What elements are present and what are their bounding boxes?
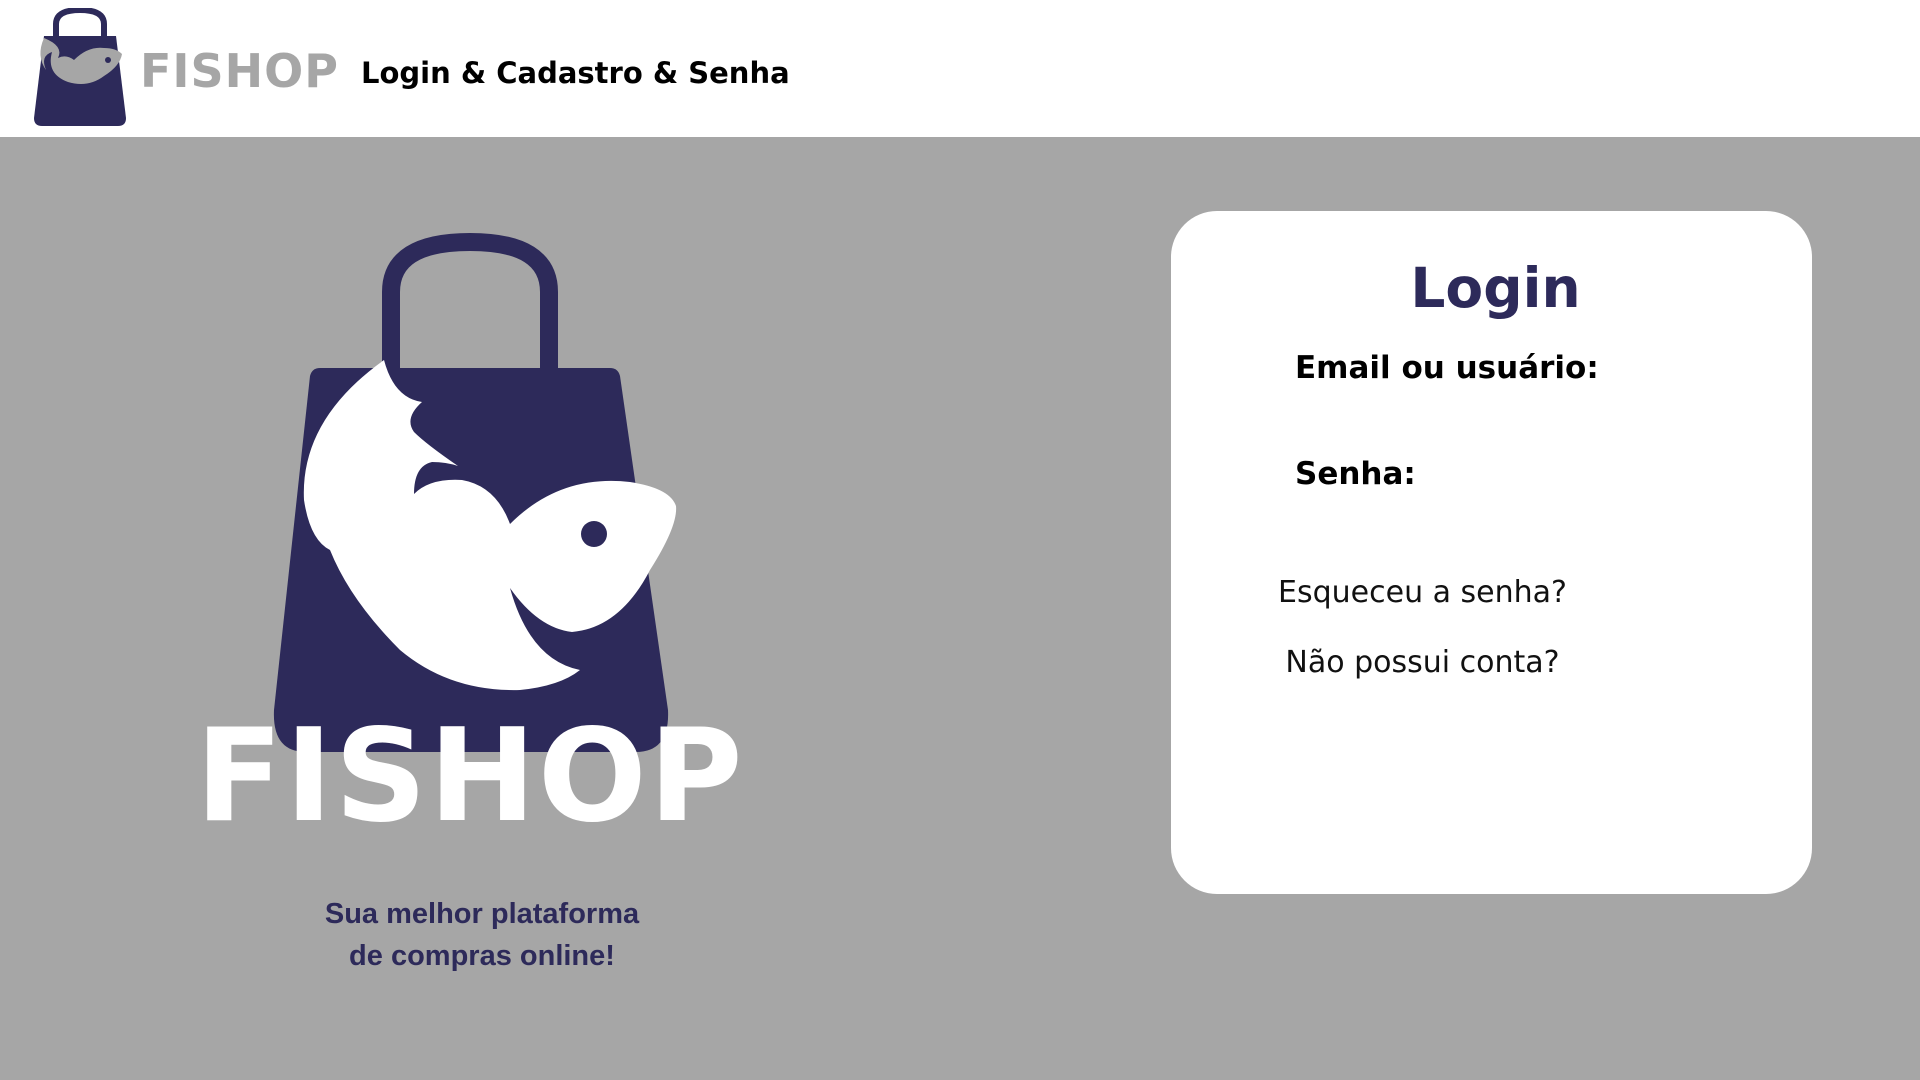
signup-link[interactable]: Não possui conta?	[1171, 648, 1812, 678]
email-input[interactable]	[1295, 393, 1689, 439]
top-header: FISHOP Login & Cadastro & Senha	[0, 0, 1920, 137]
login-title: Login	[1410, 256, 1581, 320]
signup-label: Não possui conta?	[1285, 645, 1560, 680]
fishop-hero-logo: FISHOP	[200, 232, 745, 830]
fishop-logo-icon[interactable]	[34, 8, 126, 126]
forgot-password-link[interactable]: Esqueceu a senha?	[1171, 578, 1812, 608]
email-label: Email ou usuário:	[1295, 350, 1599, 386]
password-input[interactable]	[1295, 501, 1689, 547]
hero-brand-name: FISHOP	[200, 702, 745, 830]
header-brand-name: FISHOP	[140, 44, 339, 98]
page-subtitle: Login & Cadastro & Senha	[361, 56, 790, 90]
forgot-password-label: Esqueceu a senha?	[1278, 575, 1567, 610]
tagline-line-1: Sua melhor plataforma	[324, 898, 640, 930]
hero-tagline: Sua melhor plataforma de compras online!	[232, 893, 732, 977]
password-label: Senha:	[1295, 456, 1416, 492]
tagline-line-2: de compras online!	[349, 940, 615, 972]
login-card: Login Email ou usuário: Senha: Esqueceu …	[1171, 211, 1812, 894]
